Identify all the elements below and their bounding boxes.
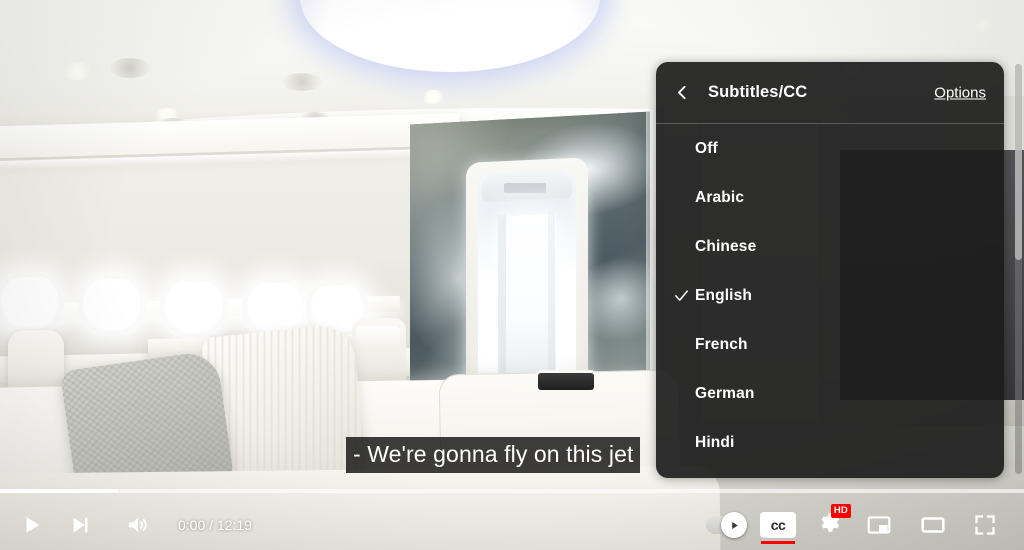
cc-icon: cc <box>760 512 796 538</box>
chevron-left-icon <box>674 84 691 101</box>
miniplayer-button[interactable] <box>852 505 906 545</box>
menu-scrollbar-thumb[interactable] <box>1015 64 1022 260</box>
autoplay-toggle-knob <box>721 512 747 538</box>
menu-item-french[interactable]: French <box>656 320 1004 369</box>
menu-scrollbar-track[interactable] <box>1015 64 1022 474</box>
play-icon <box>731 521 738 529</box>
cc-label: cc <box>770 517 786 533</box>
menu-item-label: German <box>695 384 755 402</box>
video-caption: - We're gonna fly on this jet <box>346 437 641 473</box>
cc-active-indicator <box>761 541 795 544</box>
player-controls: 0:00 / 12:19 cc HD <box>0 500 1024 550</box>
quality-badge: HD <box>830 504 851 518</box>
menu-item-hindi[interactable]: Hindi <box>656 418 1004 467</box>
next-video-button[interactable] <box>56 505 104 545</box>
progress-buffered <box>0 489 118 493</box>
menu-item-label: Hindi <box>695 433 735 451</box>
menu-item-off[interactable]: Off <box>656 124 1004 173</box>
menu-item-german[interactable]: German <box>656 369 1004 418</box>
autoplay-toggle-track <box>706 512 747 538</box>
theater-mode-icon <box>920 512 946 538</box>
fullscreen-button[interactable] <box>960 505 1010 545</box>
volume-on-icon <box>126 513 150 537</box>
progress-bar[interactable] <box>0 489 1024 493</box>
back-button[interactable] <box>656 62 708 123</box>
video-player: - We're gonna fly on this jet Subtitles/… <box>0 0 1024 550</box>
menu-item-label: Off <box>695 139 718 157</box>
check-icon <box>656 287 695 304</box>
menu-item-english[interactable]: English <box>656 271 1004 320</box>
theater-mode-button[interactable] <box>906 505 960 545</box>
menu-header: Subtitles/CC Options <box>656 62 1004 124</box>
subtitles-settings-menu[interactable]: Subtitles/CC Options Off Arabic Chinese <box>656 62 1004 478</box>
menu-item-label: English <box>695 286 753 304</box>
options-link[interactable]: Options <box>934 84 986 101</box>
time-display: 0:00 / 12:19 <box>178 517 252 533</box>
autoplay-toggle[interactable] <box>698 505 752 545</box>
next-track-icon <box>69 514 91 536</box>
volume-button[interactable] <box>112 505 164 545</box>
right-controls: cc HD <box>698 504 1024 545</box>
menu-title: Subtitles/CC <box>708 83 808 101</box>
menu-item-chinese[interactable]: Chinese <box>656 222 1004 271</box>
subtitle-language-list: Off Arabic Chinese English French German… <box>656 124 1004 478</box>
left-controls: 0:00 / 12:19 <box>0 505 258 545</box>
miniplayer-icon <box>866 512 892 538</box>
play-icon <box>21 514 43 536</box>
fullscreen-icon <box>973 513 997 537</box>
menu-item-label: French <box>695 335 748 353</box>
settings-button[interactable]: HD <box>804 504 852 545</box>
closed-captions-button[interactable]: cc <box>752 505 804 545</box>
menu-item-arabic[interactable]: Arabic <box>656 173 1004 222</box>
menu-item-label: Arabic <box>695 188 745 206</box>
play-button[interactable] <box>8 505 56 545</box>
menu-item-label: Chinese <box>695 237 757 255</box>
